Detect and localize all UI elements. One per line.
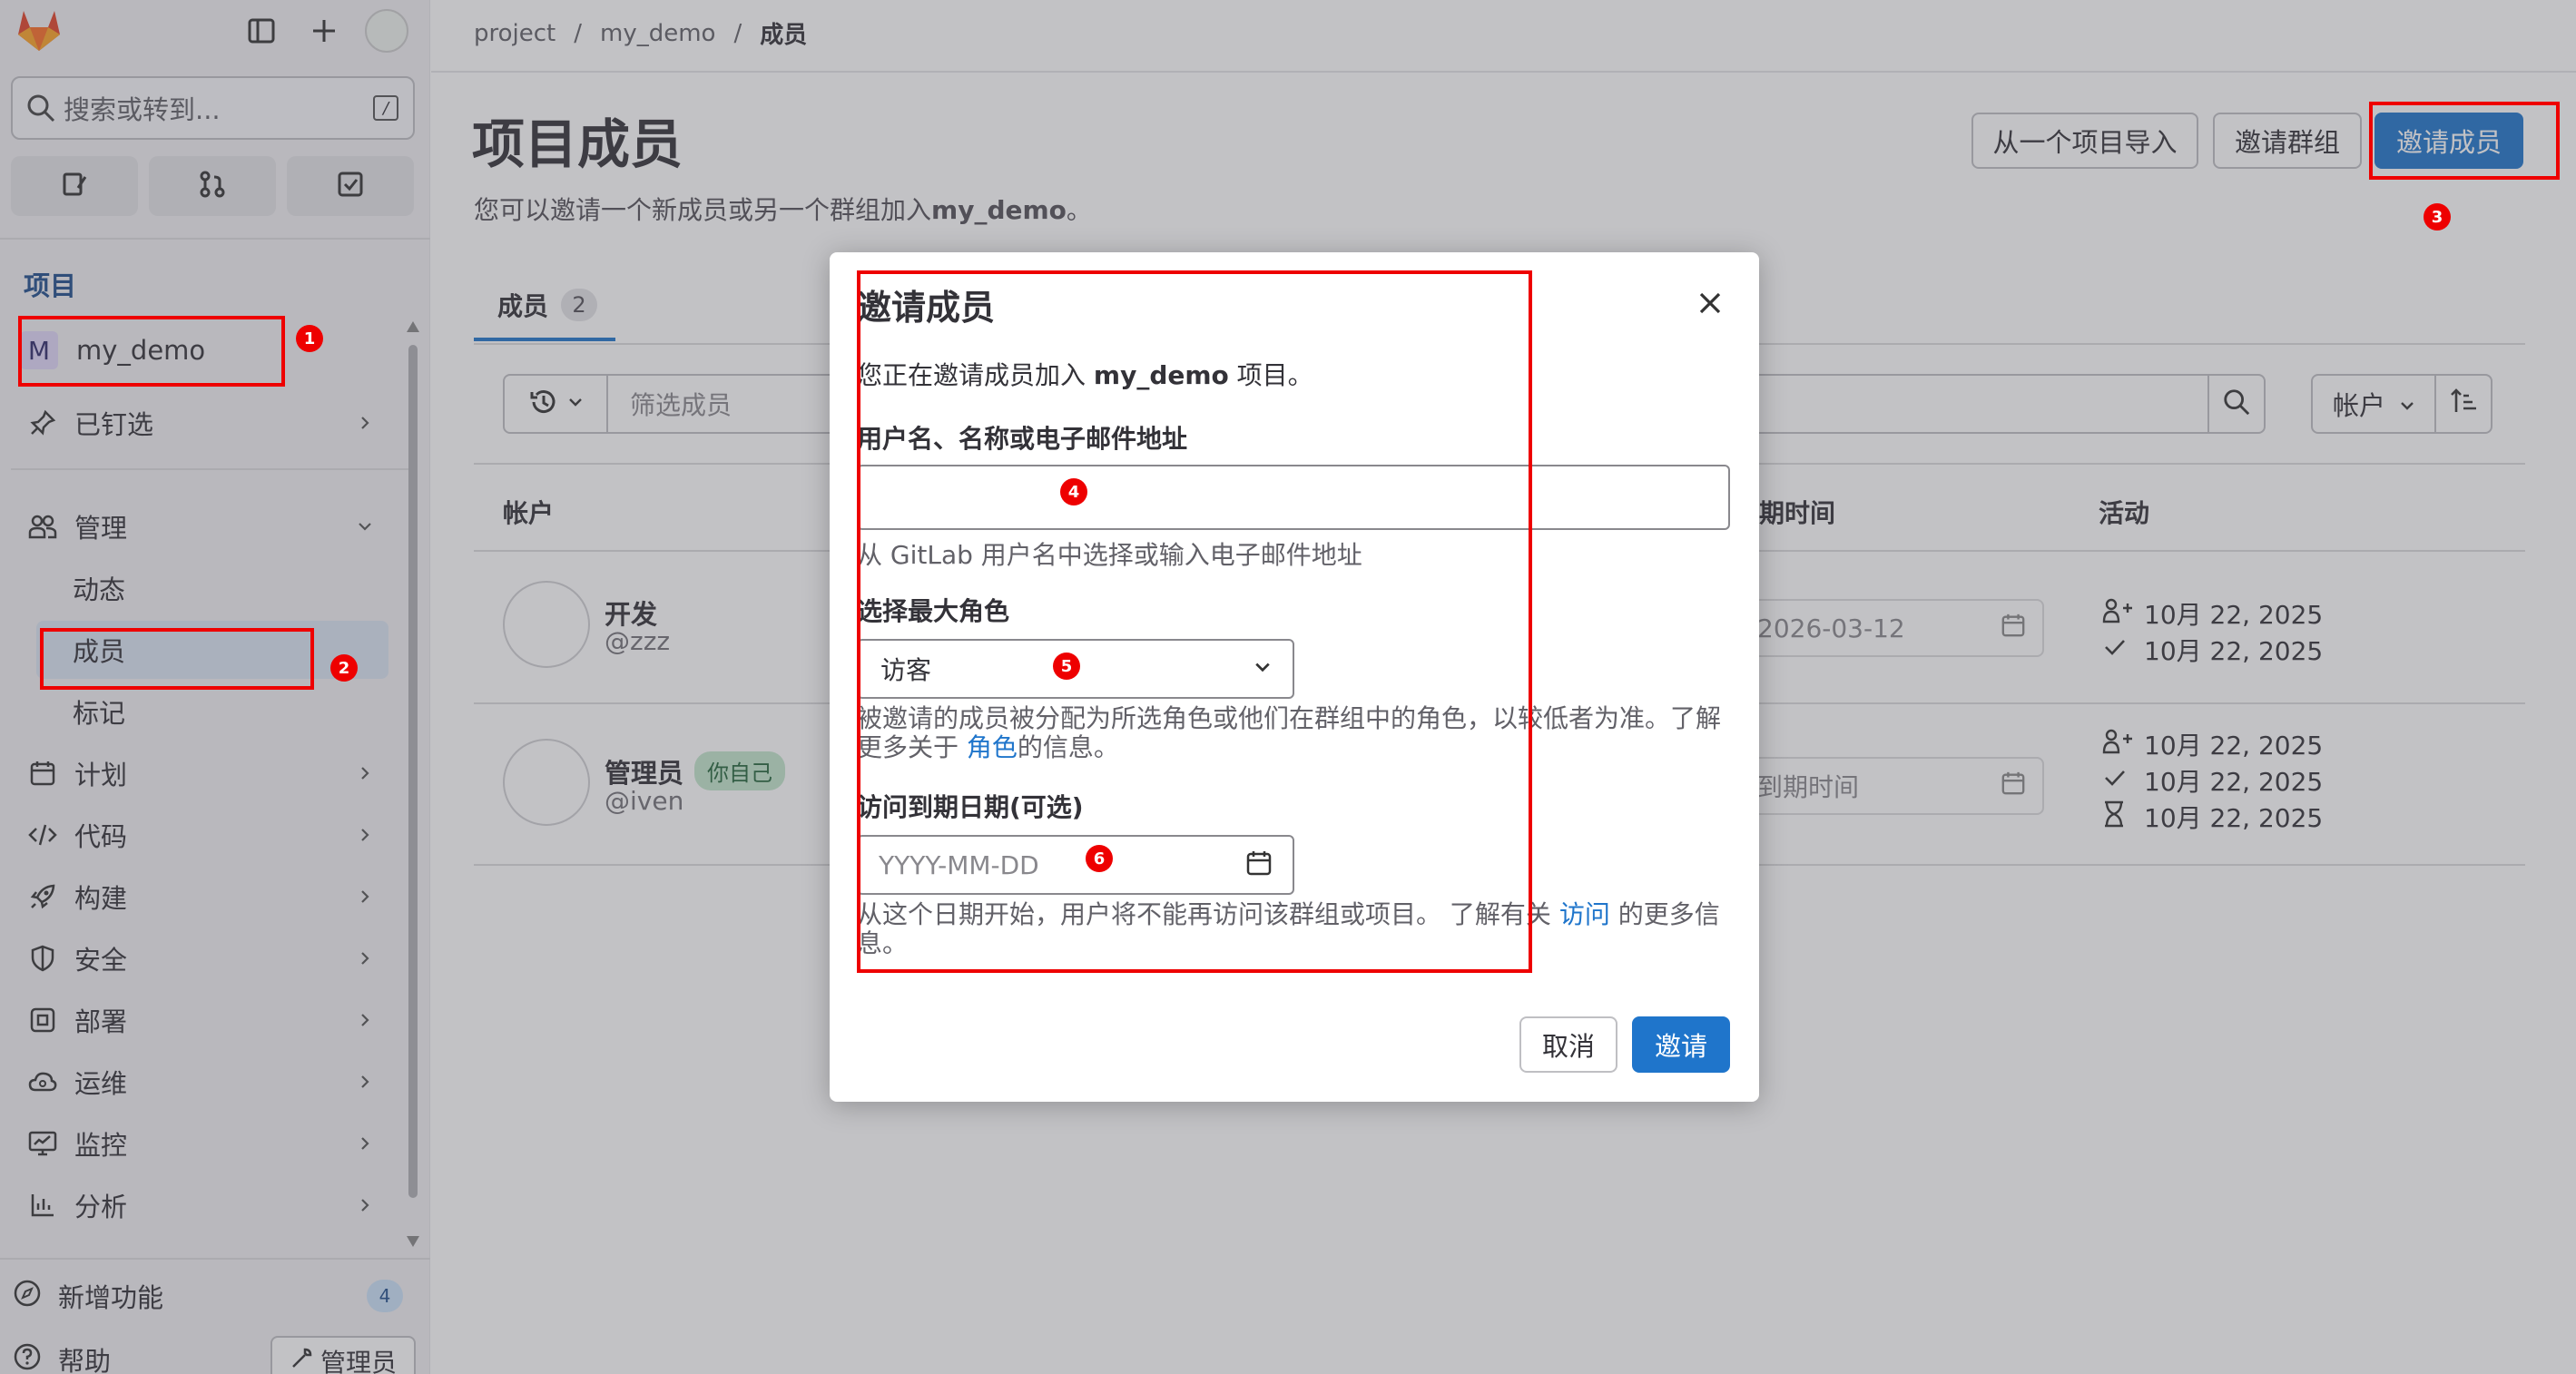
annotation-marker: 1 xyxy=(296,325,323,352)
close-button[interactable] xyxy=(1692,287,1728,323)
username-label: 用户名、名称或电子邮件地址 xyxy=(857,424,1188,454)
chevron-down-icon xyxy=(1254,659,1271,679)
intro-end: 项目。 xyxy=(1228,360,1313,390)
intro-project: my_demo xyxy=(1093,360,1229,390)
username-input[interactable] xyxy=(857,465,1730,530)
expiry-label: 访问到期日期(可选) xyxy=(857,792,1084,822)
annotation-marker: 4 xyxy=(1060,478,1087,505)
close-icon xyxy=(1698,291,1722,319)
invite-members-modal: 邀请成员 您正在邀请成员加入 my_demo 项目。 用户名、名称或电子邮件地址… xyxy=(830,252,1759,1102)
expiry-help-text: 从这个日期开始，用户将不能再访问该群组或项目。 了解有关 访问 的更多信息。 xyxy=(857,900,1728,958)
role-select-value: 访客 xyxy=(880,655,932,685)
expiry-help-pre: 从这个日期开始，用户将不能再访问该群组或项目。 了解有关 xyxy=(857,899,1559,929)
access-link[interactable]: 访问 xyxy=(1559,899,1610,929)
invite-button[interactable]: 邀请 xyxy=(1632,1016,1730,1073)
role-label: 选择最大角色 xyxy=(857,596,1010,626)
role-help-text: 被邀请的成员被分配为所选角色或他们在群组中的角色，以较低者为准。了解更多关于 角… xyxy=(857,704,1728,762)
access-expiry-input[interactable]: YYYY-MM-DD xyxy=(857,835,1294,895)
username-help-text: 从 GitLab 用户名中选择或输入电子邮件地址 xyxy=(857,540,1362,570)
annotation-marker: 6 xyxy=(1086,845,1113,872)
annotation-marker: 2 xyxy=(330,654,358,682)
modal-intro: 您正在邀请成员加入 my_demo 项目。 xyxy=(857,356,1313,392)
roles-link[interactable]: 角色 xyxy=(967,732,1018,762)
calendar-icon xyxy=(1245,849,1273,880)
role-help-post: 的信息。 xyxy=(1017,732,1119,762)
modal-title: 邀请成员 xyxy=(857,288,996,328)
cancel-button[interactable]: 取消 xyxy=(1519,1016,1617,1073)
expiry-placeholder: YYYY-MM-DD xyxy=(879,849,1039,880)
intro-text: 您正在邀请成员加入 xyxy=(857,360,1094,390)
annotation-marker: 5 xyxy=(1053,653,1080,680)
annotation-marker: 3 xyxy=(2424,203,2451,231)
